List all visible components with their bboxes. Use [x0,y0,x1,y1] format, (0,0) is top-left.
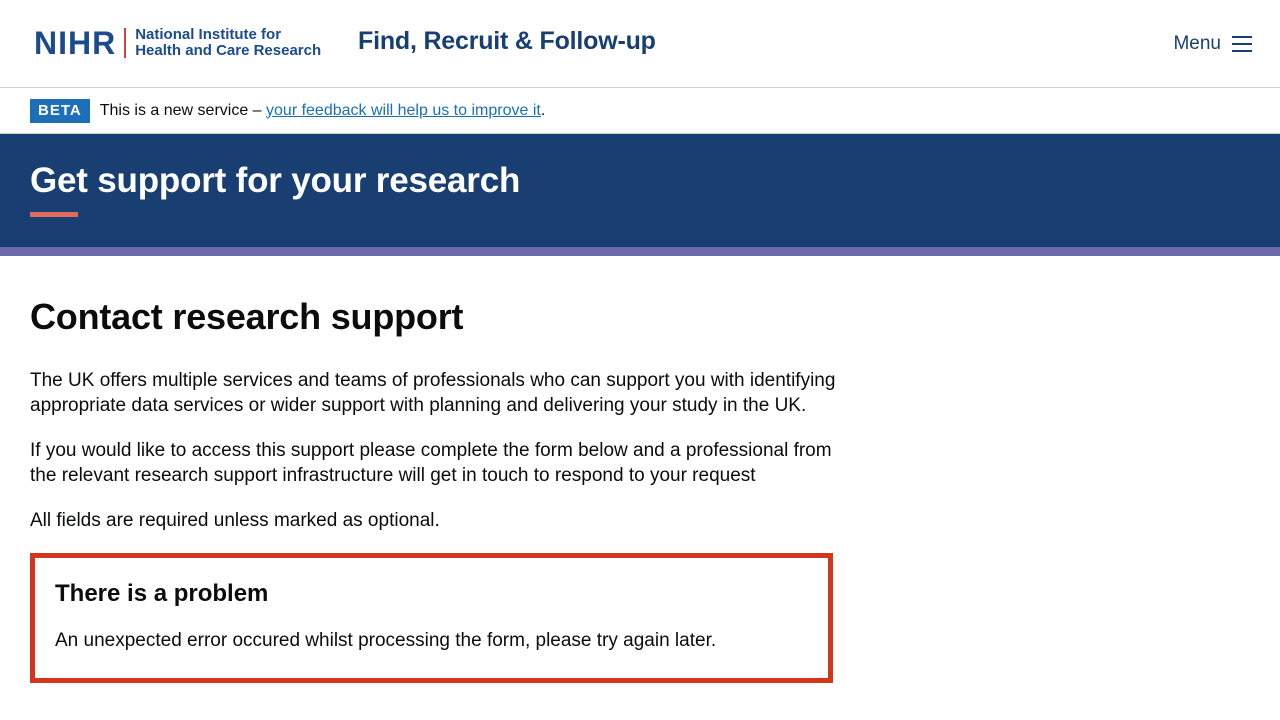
phase-text-after: . [540,101,546,119]
hero-title-underline [30,212,78,217]
logo-line-1: National Institute for [135,26,282,43]
hero-title: Get support for your research [30,161,521,200]
support-paragraph: If you would like to access this support… [30,440,832,486]
logo-divider [124,28,127,58]
page-title: Contact research support [30,296,464,337]
hamburger-menu-icon [1232,36,1252,52]
menu-button[interactable]: Menu [1173,33,1252,55]
logo-mark: NIHR [34,25,117,61]
error-summary-title: There is a problem [55,580,269,607]
hero-banner: Get support for your research [0,134,1280,247]
service-name-link[interactable]: Find, Recruit & Follow-up [358,27,656,56]
nihr-logo[interactable]: NIHR National Institute for Health and C… [34,25,321,61]
intro-paragraph: The UK offers multiple services and team… [30,370,836,416]
phase-banner: BETA This is a new service – your feedba… [0,88,1280,134]
logo-text: National Institute for Health and Care R… [135,27,321,59]
menu-label: Menu [1173,33,1221,54]
phase-banner-text: This is a new service – your feedback wi… [100,102,546,120]
logo-line-2: Health and Care Research [135,42,322,59]
phase-text-before: This is a new service – [99,101,267,119]
site-header: NIHR National Institute for Health and C… [0,0,1280,88]
hero-accent-band [0,247,1280,256]
required-fields-note: All fields are required unless marked as… [30,510,440,531]
feedback-link[interactable]: your feedback will help us to improve it [266,102,541,119]
beta-tag: BETA [30,98,90,123]
error-summary: There is a problem An unexpected error o… [30,553,833,683]
error-summary-message: An unexpected error occured whilst proce… [55,630,717,651]
main-content: Contact research support The UK offers m… [0,296,1280,683]
